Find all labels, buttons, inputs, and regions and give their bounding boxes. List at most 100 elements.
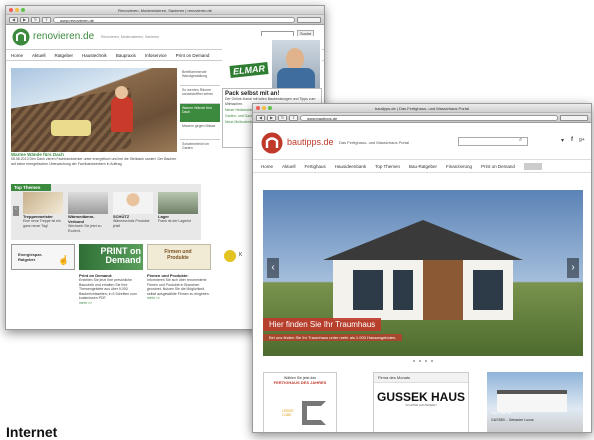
- rv-side-item[interactable]: Breitflammende Wandgestaltung: [180, 68, 220, 86]
- bt-hero-slider[interactable]: ‹ › Hier finden Sie Ihr Traumhaus Bei un…: [263, 190, 583, 356]
- bt-card-header: Firma des Monats: [374, 373, 468, 383]
- rv-nav-aktuell[interactable]: Aktuell: [32, 53, 46, 58]
- bt-titlebar: bautipps.de | Das Fertighaus- und Massiv…: [253, 104, 591, 113]
- wall-thumb: [68, 192, 108, 214]
- search-field-icon[interactable]: [560, 114, 588, 121]
- renovieren-logo-icon[interactable]: [12, 28, 30, 46]
- minimize-icon[interactable]: [262, 106, 266, 110]
- bt-url-bar[interactable]: www.bautipps.de: [300, 114, 558, 121]
- minimize-icon[interactable]: [15, 8, 19, 12]
- house-wood-panel: [423, 260, 463, 320]
- bt-card-brand: FERTIGHAUS DES JAHRES: [273, 380, 327, 385]
- bt-slider-dots[interactable]: [413, 360, 433, 362]
- zoom-icon[interactable]: [21, 8, 25, 12]
- close-icon[interactable]: [256, 106, 260, 110]
- rv-hero-image[interactable]: [11, 68, 177, 152]
- elmar-shirt: [277, 68, 315, 88]
- bt-card-fertighaus[interactable]: Wählen Sie jetzt das FERTIGHAUS DES JAHR…: [263, 372, 337, 432]
- bt-logo-text[interactable]: bautipps.de: [287, 137, 334, 147]
- rv-side-yellow-label: K: [239, 252, 243, 258]
- rv-side-item[interactable]: Schwimmteich im Garten: [180, 140, 220, 158]
- rv-elmar-ad[interactable]: ELMAR: [222, 36, 322, 88]
- rv-top-item[interactable]: Lager Frank ist der Lagerist: [158, 192, 198, 224]
- rv-promo-firm-label: Firmen und Produkte: [164, 249, 192, 261]
- rv-promo-pod[interactable]: PRINT on Demand: [79, 244, 143, 270]
- search-field-icon[interactable]: [297, 16, 321, 23]
- google-plus-icon[interactable]: g+: [579, 137, 585, 143]
- worker-head: [115, 86, 128, 99]
- slider-dot-icon[interactable]: [425, 360, 427, 362]
- reload-icon[interactable]: ↻: [278, 114, 287, 121]
- bt-nav-bau-ratgeber[interactable]: Bau-Ratgeber: [409, 164, 437, 169]
- bautipps-logo-icon[interactable]: [261, 132, 283, 154]
- zoom-icon[interactable]: [268, 106, 272, 110]
- forward-icon[interactable]: ▶: [267, 114, 276, 121]
- share-icon[interactable]: ⇧: [289, 114, 298, 121]
- bt-search-input[interactable]: [458, 137, 528, 146]
- rv-toolbar: ◀ ▶ ↻ ⇧ www.renovieren.de: [6, 15, 324, 25]
- slider-dot-icon[interactable]: [413, 360, 415, 362]
- bt-nav-fertighaus[interactable]: Fertighaus: [305, 164, 326, 169]
- rv-promo-energy[interactable]: Energiespar-Ratgeber ☝: [11, 244, 75, 270]
- elmar-photo: [272, 40, 320, 88]
- bt-nav-aktuell[interactable]: Aktuell: [282, 164, 296, 169]
- back-icon[interactable]: ◀: [256, 114, 265, 121]
- bt-card-label: LEBER CUBE: [282, 409, 294, 417]
- rv-nav-home[interactable]: Home: [11, 53, 23, 58]
- rv-top-item[interactable]: Wärmedämm-Verbund Wechseln Sie jetzt zu …: [68, 192, 108, 233]
- rv-nav-haustechnik[interactable]: Haustechnik: [82, 53, 107, 58]
- bt-nav-hausideenbank[interactable]: Hausideenbank: [335, 164, 366, 169]
- rv-pod-more-link[interactable]: mehr >>: [79, 301, 143, 305]
- rv-side-item-active[interactable]: Warme Wände fürs Dach: [180, 104, 220, 122]
- bt-card-top-thema[interactable]: Top Thema GUSSEK - Gebauter Luxus: [487, 372, 583, 432]
- slider-dot-icon[interactable]: [431, 360, 433, 362]
- rv-pod-text: Erstellen Sie jetzt Ihre persönliche Bau…: [79, 278, 137, 300]
- bt-nav-print-on-demand[interactable]: Print on Demand: [481, 164, 515, 169]
- slider-dot-icon[interactable]: [419, 360, 421, 362]
- bt-nav-finanzierung[interactable]: Finanzierung: [446, 164, 472, 169]
- bt-slider-prev-icon[interactable]: ‹: [267, 258, 279, 278]
- rv-nav-infoservice[interactable]: Infoservice: [145, 53, 167, 58]
- bt-hero-caption[interactable]: Hier finden Sie Ihr Traumhaus: [263, 318, 382, 331]
- bt-tagline: Das Fertighaus- und Massivhaus Portal: [339, 140, 410, 145]
- bt-nav-top-themen[interactable]: Top Themen: [375, 164, 400, 169]
- reload-icon[interactable]: ↻: [31, 16, 40, 23]
- rv-promo-firm[interactable]: Firmen und Produkte: [147, 244, 211, 270]
- rv-top-prev-arrow-icon[interactable]: ‹: [13, 206, 19, 216]
- bt-card-firma[interactable]: Firma des Monats GUSSEK HAUS SCHÖNE HAUS…: [373, 372, 469, 432]
- rv-nav-print-on-demand[interactable]: Print on Demand: [176, 53, 210, 58]
- bt-nav-more-button[interactable]: [523, 162, 542, 170]
- house-roof: [323, 220, 523, 260]
- rv-side-item[interactable]: So werden Räume schadstofffrei sehen: [180, 86, 220, 104]
- rv-titlebar: Renovieren, Modernisieren, Sanieren | re…: [6, 6, 324, 15]
- rv-side-list: Breitflammende Wandgestaltung So werden …: [180, 68, 220, 158]
- rv-tagline: Renovieren, Modernisieren, Sanieren: [101, 35, 159, 39]
- bt-window-controls[interactable]: [256, 106, 272, 110]
- bt-card-house: [497, 390, 567, 412]
- rv-top-item[interactable]: Treppenmeister Eine neue Treppe ist ein …: [23, 192, 63, 228]
- facebook-icon[interactable]: f: [571, 137, 573, 143]
- twitter-icon[interactable]: ▾: [561, 137, 564, 144]
- house-body: [333, 260, 513, 320]
- rv-firm-more-link[interactable]: mehr >>: [147, 296, 211, 300]
- rv-url-bar[interactable]: www.renovieren.de: [53, 16, 295, 23]
- worker-figure: [111, 96, 133, 132]
- rv-window-controls[interactable]: [9, 8, 25, 12]
- forward-icon[interactable]: ▶: [20, 16, 29, 23]
- rv-nav-ratgeber[interactable]: Ratgeber: [55, 53, 74, 58]
- close-icon[interactable]: [9, 8, 13, 12]
- bt-main-nav: Home Aktuell Fertighaus Hausideenbank To…: [253, 159, 591, 173]
- rv-top-item[interactable]: SCHÜTZ Wärmeschutz-Produkte jetzt!: [113, 192, 153, 228]
- bt-search-icon[interactable]: ⌕: [519, 137, 522, 144]
- rv-nav-baupraxis[interactable]: Baupraxis: [116, 53, 136, 58]
- bt-card-tag: Top Thema: [491, 410, 511, 415]
- back-icon[interactable]: ◀: [9, 16, 18, 23]
- rv-top-item-text: Wechseln Sie jetzt zu Evolent.: [68, 224, 102, 233]
- bt-slider-next-icon[interactable]: ›: [567, 258, 579, 278]
- bt-nav-home[interactable]: Home: [261, 164, 273, 169]
- rv-logo-text[interactable]: renovieren.de: [33, 31, 94, 42]
- elmar-face: [286, 48, 304, 70]
- cube-house-icon: [302, 401, 326, 425]
- rv-side-item[interactable]: Mauern gegen Nässe: [180, 122, 220, 140]
- share-icon[interactable]: ⇧: [42, 16, 51, 23]
